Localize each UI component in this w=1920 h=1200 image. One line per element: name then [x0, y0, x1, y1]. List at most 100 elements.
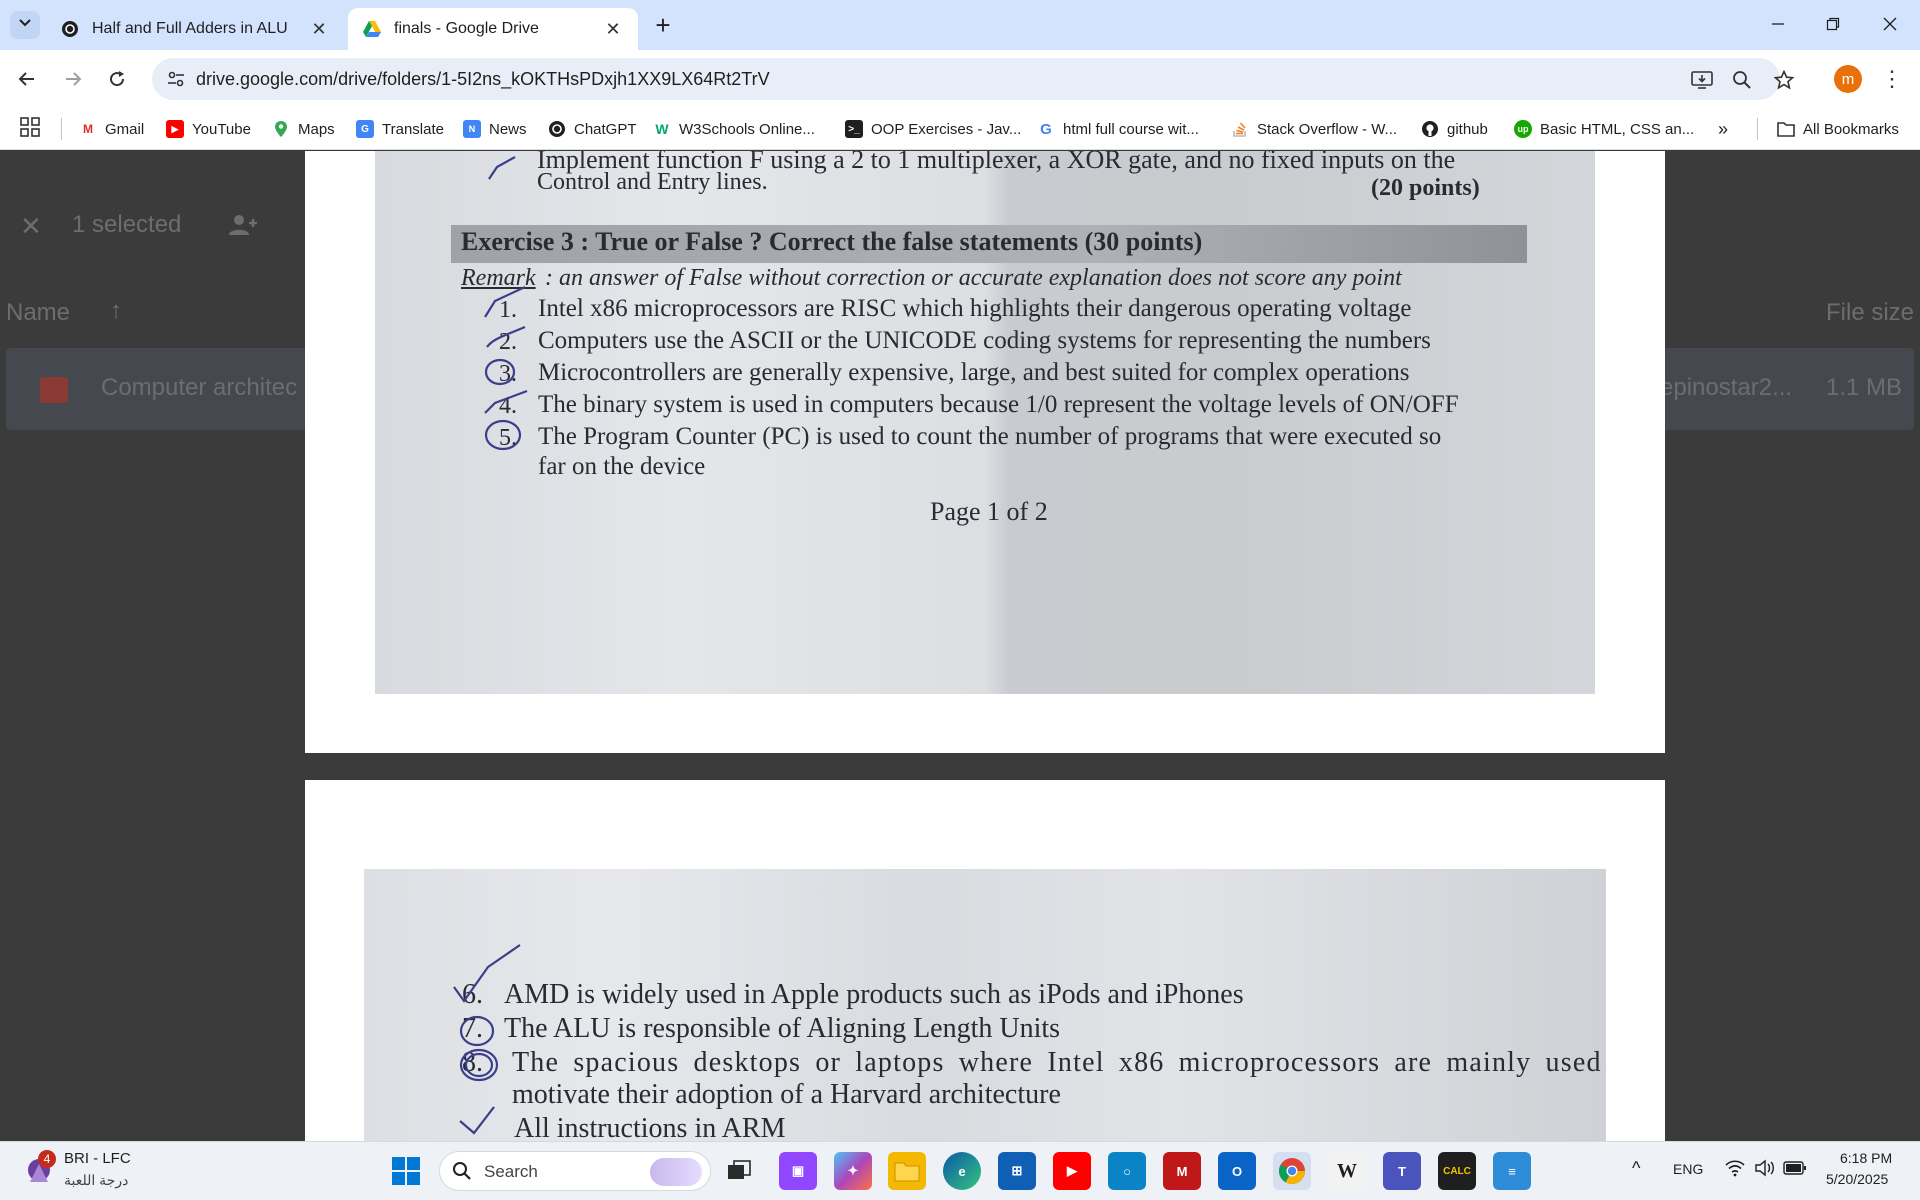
bookmark-label: Translate: [382, 120, 444, 138]
exam-photo-1: Implement function F using a 2 to 1 mult…: [375, 151, 1595, 694]
statement-4: The binary system is used in computers b…: [538, 391, 1459, 418]
all-bookmarks-folder[interactable]: All Bookmarks: [1777, 117, 1899, 141]
search-icon: [452, 1161, 472, 1186]
reload-button[interactable]: [100, 62, 134, 96]
battery-icon[interactable]: [1783, 1160, 1807, 1179]
news-icon: N: [463, 120, 481, 138]
bookmark-star-icon[interactable]: [1769, 65, 1799, 95]
handwritten-marks: [453, 944, 521, 1135]
gmail-icon: M: [83, 122, 93, 136]
site-info-icon[interactable]: [164, 67, 188, 91]
chatgpt-icon: [60, 19, 80, 39]
bookmark-label: OOP Exercises - Jav...: [871, 120, 1022, 138]
google-icon: G: [1040, 120, 1052, 138]
address-bar[interactable]: drive.google.com/drive/folders/1-5I2ns_k…: [152, 58, 1780, 100]
volume-icon[interactable]: [1754, 1159, 1776, 1180]
more-options-icon[interactable]: ⋮: [1880, 64, 1904, 94]
microsoft-store-icon[interactable]: ⊞: [998, 1152, 1036, 1190]
close-icon[interactable]: ✕: [602, 18, 624, 40]
file-explorer-icon[interactable]: [888, 1152, 926, 1190]
close-window-button[interactable]: [1866, 6, 1914, 42]
google-drive-icon: [362, 19, 382, 39]
sort-arrow-up-icon[interactable]: ↑: [110, 297, 122, 325]
edge-icon[interactable]: e: [943, 1152, 981, 1190]
pdf-page-1: Implement function F using a 2 to 1 mult…: [305, 151, 1665, 753]
bookmark-label: ChatGPT: [574, 120, 637, 138]
chatgpt-icon: [548, 120, 566, 138]
clear-selection-icon[interactable]: ✕: [20, 211, 42, 242]
notepad-icon[interactable]: ≡: [1493, 1152, 1531, 1190]
bookmark-label: All Bookmarks: [1803, 120, 1899, 138]
zoom-icon[interactable]: [1727, 65, 1757, 95]
chrome-icon[interactable]: [1273, 1152, 1311, 1190]
weather-widget-icon[interactable]: 4: [24, 1150, 56, 1190]
more-bookmarks-chevron[interactable]: »: [1718, 117, 1728, 141]
wikipedia-icon[interactable]: W: [1328, 1152, 1366, 1190]
tab-search-button[interactable]: [10, 11, 40, 39]
bookmark-stack-overflow[interactable]: Stack Overflow - W...: [1231, 117, 1397, 141]
cortana-icon[interactable]: ○: [1108, 1152, 1146, 1190]
profile-avatar[interactable]: m: [1834, 65, 1862, 93]
bookmark-w3schools[interactable]: W W3Schools Online...: [653, 117, 815, 141]
clock-date[interactable]: 5/20/2025: [1826, 1171, 1888, 1187]
tab-half-full-adders[interactable]: Half and Full Adders in ALU ✕: [46, 8, 344, 50]
tab-strip: Half and Full Adders in ALU ✕ finals - G…: [0, 0, 1920, 50]
statement-8: The spacious desktops or laptops where I…: [512, 1047, 1602, 1078]
widget-title[interactable]: BRI - LFC: [64, 1150, 131, 1167]
apps-grid-icon[interactable]: [20, 117, 44, 141]
pdf-page-2: 6. AMD is widely used in Apple products …: [305, 780, 1665, 1141]
bookmark-label: Gmail: [105, 120, 145, 138]
share-icon[interactable]: [228, 213, 258, 242]
bookmarks-divider: [1757, 118, 1758, 140]
w3schools-icon: W: [655, 121, 669, 137]
bookmark-maps[interactable]: Maps: [272, 117, 335, 141]
search-highlight-icon: [650, 1158, 702, 1186]
clock-time[interactable]: 6:18 PM: [1840, 1150, 1892, 1166]
file-name[interactable]: Computer architec: [101, 374, 297, 402]
file-size: 1.1 MB: [1826, 374, 1903, 401]
copilot-icon[interactable]: ✦: [834, 1152, 872, 1190]
bookmark-news[interactable]: N News: [463, 117, 527, 141]
mcafee-icon[interactable]: M: [1163, 1152, 1201, 1190]
outlook-icon[interactable]: O: [1218, 1152, 1256, 1190]
language-indicator[interactable]: ENG: [1673, 1161, 1703, 1177]
bookmark-translate[interactable]: G Translate: [356, 117, 444, 141]
new-tab-button[interactable]: +: [648, 10, 678, 40]
restore-button[interactable]: [1809, 6, 1857, 42]
pdf-file-icon: [40, 377, 68, 403]
bookmark-oop-exercises[interactable]: >_ OOP Exercises - Jav...: [845, 117, 1021, 141]
task-view-icon[interactable]: [720, 1152, 758, 1190]
calculator-icon[interactable]: CALC: [1438, 1152, 1476, 1190]
tab-finals-google-drive[interactable]: finals - Google Drive ✕: [348, 8, 638, 50]
upwork-icon: up: [1514, 120, 1532, 138]
search-placeholder: Search: [484, 1162, 538, 1181]
start-windows-icon[interactable]: [387, 1152, 425, 1190]
bookmark-github[interactable]: github: [1421, 117, 1488, 141]
bookmark-label: html full course wit...: [1063, 120, 1199, 138]
tab-title: Half and Full Adders in ALU: [92, 20, 288, 37]
notification-badge: 4: [38, 1150, 56, 1168]
forward-button[interactable]: [56, 62, 90, 96]
bookmark-html-course[interactable]: G html full course wit...: [1037, 117, 1199, 141]
url-text[interactable]: drive.google.com/drive/folders/1-5I2ns_k…: [196, 69, 770, 90]
previous-exercise-points: (20 points): [1371, 175, 1480, 201]
bookmark-chatgpt[interactable]: ChatGPT: [548, 117, 637, 141]
chevron-up-icon[interactable]: ^: [1632, 1158, 1640, 1179]
file-owner: epinostar2...: [1660, 374, 1793, 401]
github-icon: [1421, 120, 1439, 138]
column-header-file-size[interactable]: File size: [1826, 299, 1914, 327]
maps-icon: [272, 120, 290, 138]
bookmark-gmail[interactable]: M Gmail: [79, 117, 144, 141]
taskbar-search-box[interactable]: Search: [439, 1151, 711, 1191]
bookmark-basic-html[interactable]: up Basic HTML, CSS an...: [1514, 117, 1694, 141]
close-icon[interactable]: ✕: [308, 18, 330, 40]
youtube-app-icon[interactable]: ▶: [1053, 1152, 1091, 1190]
wifi-icon[interactable]: [1725, 1159, 1745, 1180]
teams-icon[interactable]: T: [1383, 1152, 1421, 1190]
back-button[interactable]: [10, 62, 44, 96]
bookmark-youtube[interactable]: ▶ YouTube: [166, 117, 251, 141]
install-app-icon[interactable]: [1687, 65, 1717, 95]
twitch-icon[interactable]: ▣: [779, 1152, 817, 1190]
column-header-name[interactable]: Name: [6, 299, 70, 327]
minimize-button[interactable]: [1754, 6, 1802, 42]
